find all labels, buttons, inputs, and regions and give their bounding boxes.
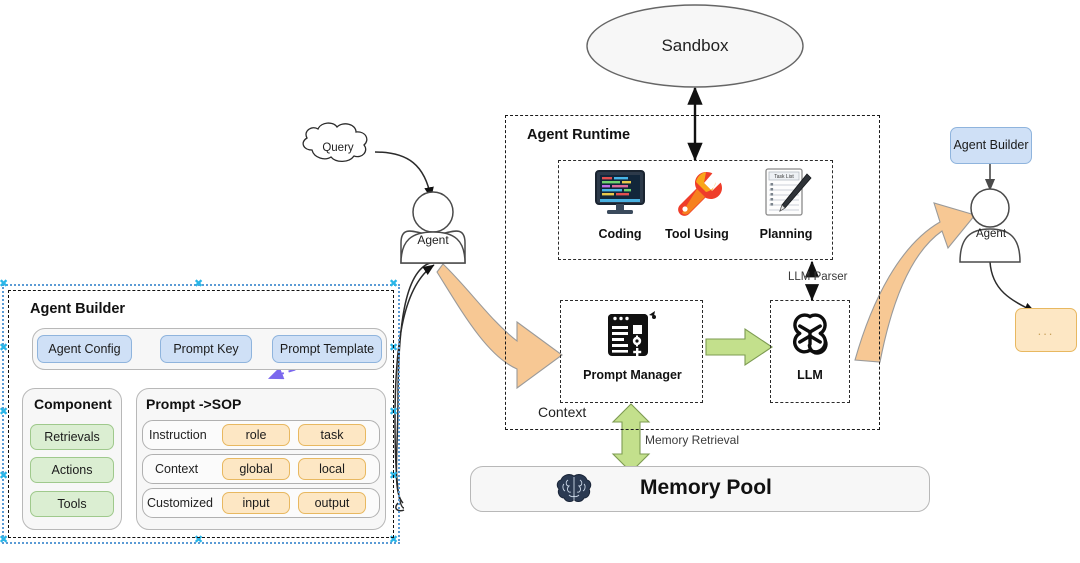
sop-chip-input[interactable]: input bbox=[222, 492, 290, 514]
agent-builder-badge[interactable]: Agent Builder bbox=[950, 127, 1032, 164]
resize-handle-w2[interactable]: ✖ bbox=[0, 343, 8, 354]
component-item-tools-label: Tools bbox=[57, 496, 87, 511]
pipeline-step-prompt-key[interactable]: Prompt Key bbox=[160, 335, 252, 363]
prompt-manager-icon bbox=[604, 308, 658, 362]
sop-chip-task-label: task bbox=[320, 427, 344, 442]
agent-builder-badge-label: Agent Builder bbox=[953, 138, 1029, 153]
edge-query-agent bbox=[374, 151, 434, 199]
resize-handle-w[interactable]: ✖ bbox=[0, 407, 8, 418]
resize-handle-sw[interactable]: ✖ bbox=[0, 535, 8, 546]
sop-chip-input-label: input bbox=[242, 495, 270, 510]
ellipsis-box[interactable]: ... bbox=[1015, 308, 1077, 352]
memory-pool-label: Memory Pool bbox=[640, 476, 772, 499]
pipeline-step-agent-config-label: Agent Config bbox=[48, 341, 121, 356]
query-label: Query bbox=[322, 142, 354, 154]
agent-runtime-title: Agent Runtime bbox=[527, 127, 631, 143]
edge-agent-ellipsis bbox=[989, 261, 1036, 313]
edge-builder-agent-return bbox=[394, 264, 435, 509]
edge-agent-builder bbox=[395, 262, 431, 512]
pipeline-step-prompt-template[interactable]: Prompt Template bbox=[272, 335, 382, 363]
sop-row-instruction-name: Instruction bbox=[149, 428, 207, 442]
svg-text:Task List: Task List bbox=[774, 174, 794, 180]
agent-right-label: Agent bbox=[975, 228, 1007, 240]
component-item-actions[interactable]: Actions bbox=[30, 457, 114, 483]
pipeline-step-prompt-template-label: Prompt Template bbox=[279, 341, 375, 356]
sop-chip-output[interactable]: output bbox=[298, 492, 366, 514]
agent-builder-title: Agent Builder bbox=[30, 301, 126, 317]
edge-label-memory-retrieval: Memory Retrieval bbox=[645, 433, 740, 447]
pipeline-step-prompt-key-label: Prompt Key bbox=[173, 341, 239, 356]
agent-left-shape bbox=[400, 191, 466, 264]
pipeline-step-agent-config[interactable]: Agent Config bbox=[37, 335, 132, 363]
component-item-retrievals-label: Retrievals bbox=[44, 429, 100, 444]
resize-handle-n[interactable]: ✖ bbox=[194, 279, 203, 290]
sop-chip-local[interactable]: local bbox=[298, 458, 366, 480]
sop-row-customized-name: Customized bbox=[147, 496, 213, 510]
edge-label-context: Context bbox=[538, 404, 587, 420]
brain-icon bbox=[556, 472, 592, 506]
sop-chip-output-label: output bbox=[314, 495, 350, 510]
component-title: Component bbox=[34, 396, 112, 412]
llm-label: LLM bbox=[797, 368, 823, 382]
resize-handle-w3[interactable]: ✖ bbox=[0, 471, 8, 482]
prompt-manager-label: Prompt Manager bbox=[583, 368, 682, 382]
sop-chip-global-label: global bbox=[239, 461, 273, 476]
sop-chip-local-label: local bbox=[319, 461, 345, 476]
capability-label-tool-using: Tool Using bbox=[665, 227, 729, 241]
edge-label-llm-parser: LLM Parser bbox=[788, 271, 848, 283]
capability-label-planning: Planning bbox=[759, 227, 813, 241]
task-list-icon: Task List bbox=[758, 166, 814, 220]
sop-row-context-name: Context bbox=[155, 462, 199, 476]
sop-chip-global[interactable]: global bbox=[222, 458, 290, 480]
monitor-code-icon bbox=[591, 168, 649, 218]
wrench-icon bbox=[670, 168, 722, 218]
diagram-canvas: Sandbox Query Agent Agent Agent Builder … bbox=[0, 0, 1080, 563]
sop-title: Prompt ->SOP bbox=[146, 396, 242, 412]
openai-logo-icon bbox=[786, 310, 834, 358]
sop-chip-role-label: role bbox=[245, 427, 267, 442]
resize-handle-nw[interactable]: ✖ bbox=[0, 279, 8, 290]
capability-label-coding: Coding bbox=[598, 227, 642, 241]
sandbox-label: Sandbox bbox=[661, 36, 729, 55]
component-item-retrievals[interactable]: Retrievals bbox=[30, 424, 114, 450]
sop-chip-role[interactable]: role bbox=[222, 424, 290, 446]
sop-chip-task[interactable]: task bbox=[298, 424, 366, 446]
agent-left-label: Agent bbox=[417, 233, 449, 247]
resize-handle-ne[interactable]: ✖ bbox=[389, 279, 398, 290]
component-item-tools[interactable]: Tools bbox=[30, 491, 114, 517]
ellipsis-label: ... bbox=[1037, 322, 1055, 338]
component-item-actions-label: Actions bbox=[51, 462, 93, 477]
